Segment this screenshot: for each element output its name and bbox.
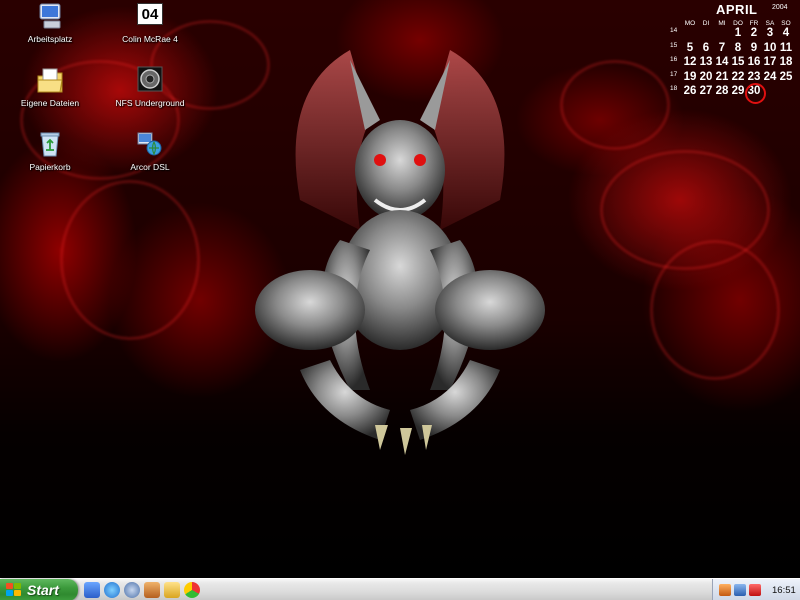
calendar-day: 15 bbox=[731, 56, 745, 68]
desktop-icon-label: Arcor DSL bbox=[130, 162, 170, 172]
nfs-underground-icon bbox=[134, 66, 166, 96]
calendar-week-row: 14 1 2 3 4 bbox=[668, 27, 798, 42]
calendar-week-number: 16 bbox=[670, 56, 678, 63]
calendar-day: 18 bbox=[779, 56, 793, 68]
calendar-day: 1 bbox=[734, 27, 742, 39]
desktop-icon-label: Colin McRae 4 bbox=[122, 34, 178, 44]
calendar-week-row: 15 5 6 7 8 9 10 11 bbox=[668, 42, 798, 57]
calendar-day: 7 bbox=[718, 41, 726, 54]
start-label: Start bbox=[27, 582, 59, 598]
calendar-day: 21 bbox=[715, 70, 729, 83]
gargoyle-artwork bbox=[255, 50, 545, 455]
desktop-icon-colin-mcrae[interactable]: 04 Colin McRae 4 bbox=[105, 2, 195, 44]
calendar-widget: APRIL 2004 MO DI MI DO FR SA SO 14 1 2 3 4 15… bbox=[668, 2, 798, 104]
weekday-label: MO bbox=[684, 20, 696, 27]
calendar-grid: 14 1 2 3 4 15 5 6 7 8 9 10 11 16 12 13 14 15 16 17 18 17 19 20 2… bbox=[668, 27, 798, 104]
start-button[interactable]: Start bbox=[0, 579, 78, 600]
calendar-day: 25 bbox=[779, 70, 793, 83]
weekday-label: DI bbox=[702, 20, 710, 27]
calendar-week-row: 16 12 13 14 15 16 17 18 bbox=[668, 56, 798, 71]
desktop-icon-my-documents[interactable]: Eigene Dateien bbox=[5, 66, 95, 108]
calendar-day: 29 bbox=[731, 85, 745, 97]
calendar-day: 24 bbox=[763, 70, 777, 83]
browser-icon[interactable] bbox=[124, 582, 140, 598]
calendar-day: 20 bbox=[699, 70, 713, 83]
calendar-day: 19 bbox=[683, 70, 697, 83]
weekday-label: MI bbox=[718, 20, 726, 27]
calendar-week-row: 17 19 20 21 22 23 24 25 bbox=[668, 71, 798, 86]
chrome-like-icon[interactable] bbox=[184, 582, 200, 598]
recycle-bin-icon bbox=[34, 130, 66, 160]
desktop-icon-nfs-underground[interactable]: NFS Underground bbox=[105, 66, 195, 108]
show-desktop-icon[interactable] bbox=[84, 582, 100, 598]
internet-explorer-icon[interactable] bbox=[104, 582, 120, 598]
calendar-day: 11 bbox=[779, 41, 793, 54]
calendar-day: 12 bbox=[683, 56, 697, 68]
calendar-week-number: 15 bbox=[670, 41, 678, 49]
calendar-month: APRIL bbox=[716, 2, 758, 17]
calendar-day: 22 bbox=[731, 70, 745, 83]
my-documents-icon bbox=[34, 66, 66, 96]
tray-app-icon[interactable] bbox=[719, 584, 731, 596]
colin-mcrae-icon: 04 bbox=[134, 2, 166, 32]
weekday-label: SA bbox=[765, 20, 775, 27]
calendar-day: 6 bbox=[702, 41, 710, 54]
calendar-day: 4 bbox=[782, 27, 790, 39]
calendar-day: 14 bbox=[715, 56, 729, 68]
clock[interactable]: 16:51 bbox=[772, 585, 796, 596]
weekday-label: SO bbox=[781, 20, 791, 27]
desktop-icon-label: Papierkorb bbox=[29, 162, 71, 172]
tray-network-icon[interactable] bbox=[734, 584, 746, 596]
calendar-week-number: 18 bbox=[670, 85, 678, 92]
weekday-label: FR bbox=[749, 20, 759, 27]
quick-launch-bar bbox=[84, 582, 200, 598]
calendar-day: 2 bbox=[750, 27, 758, 39]
calendar-day: 13 bbox=[699, 56, 713, 68]
desktop-icon-computer[interactable]: Arbeitsplatz bbox=[5, 2, 95, 44]
calendar-year: 2004 bbox=[772, 4, 788, 11]
folder-icon[interactable] bbox=[164, 582, 180, 598]
taskbar: Start 16:51 bbox=[0, 578, 800, 600]
calendar-day: 28 bbox=[715, 85, 729, 97]
network-connection-icon bbox=[134, 130, 166, 160]
calendar-day: 17 bbox=[763, 56, 777, 68]
calendar-day: 10 bbox=[763, 41, 777, 54]
calendar-day: 16 bbox=[747, 56, 761, 68]
calendar-day: 9 bbox=[750, 41, 758, 54]
calendar-day: 26 bbox=[683, 85, 697, 97]
calendar-week-number: 17 bbox=[670, 70, 678, 78]
desktop-icon-label: Eigene Dateien bbox=[20, 98, 80, 108]
calendar-week-number: 14 bbox=[670, 27, 678, 34]
computer-icon bbox=[34, 2, 66, 32]
calendar-week-row: 18 26 27 28 29 30 bbox=[668, 83, 798, 104]
calendar-day: 5 bbox=[686, 41, 694, 54]
calendar-day: 3 bbox=[766, 27, 774, 39]
calendar-day: 27 bbox=[699, 85, 713, 97]
desktop-icon-arcor-dsl[interactable]: Arcor DSL bbox=[105, 130, 195, 172]
weekday-label: DO bbox=[733, 20, 743, 27]
windows-logo-icon bbox=[6, 583, 22, 597]
calendar-day: 23 bbox=[747, 70, 761, 83]
calendar-day: 30 bbox=[745, 83, 766, 104]
desktop-icon-recycle-bin[interactable]: Papierkorb bbox=[5, 130, 95, 172]
calendar-weekdays: MO DI MI DO FR SA SO bbox=[682, 20, 798, 27]
tray-antivirus-icon[interactable] bbox=[749, 584, 761, 596]
desktop-icon-label: NFS Underground bbox=[115, 98, 185, 108]
desktop-icon-label: Arbeitsplatz bbox=[27, 34, 73, 44]
colin-mcrae-badge: 04 bbox=[141, 5, 159, 23]
system-tray: 16:51 bbox=[712, 579, 800, 600]
calendar-day: 8 bbox=[734, 41, 742, 54]
media-icon[interactable] bbox=[144, 582, 160, 598]
